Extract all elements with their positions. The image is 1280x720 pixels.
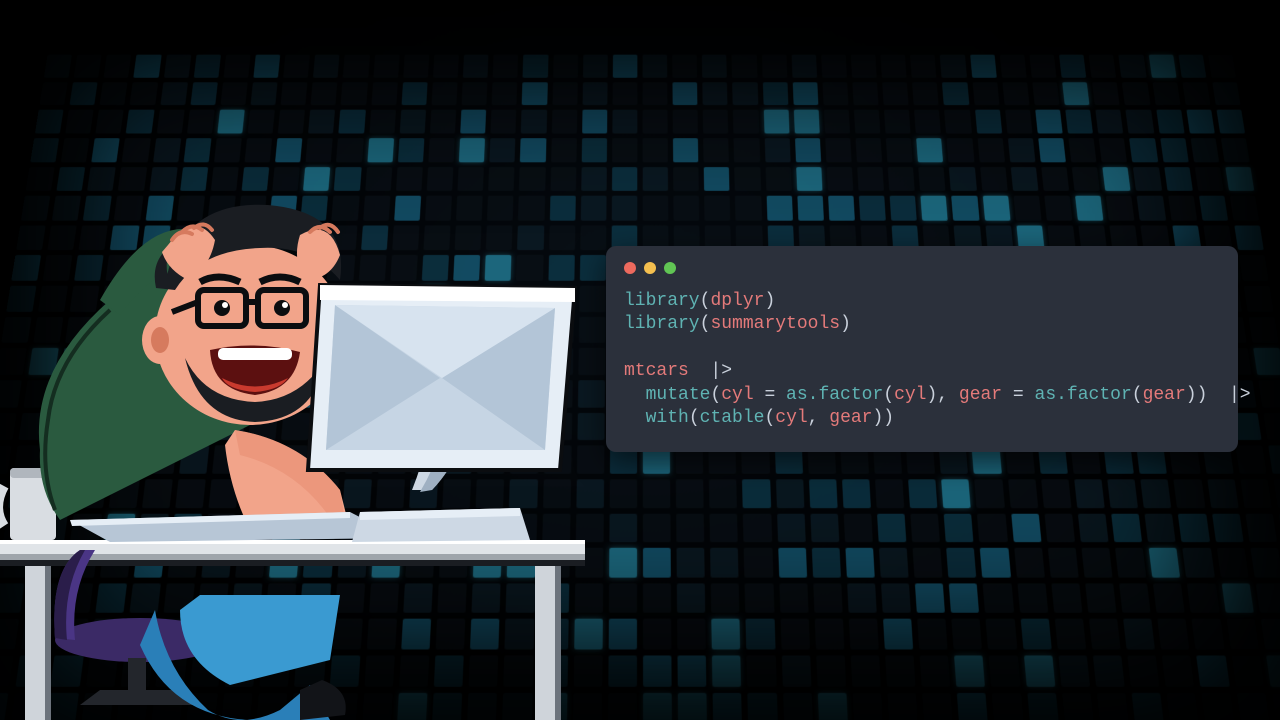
maximize-icon[interactable] bbox=[664, 262, 676, 274]
code-token: as.factor bbox=[786, 385, 883, 405]
code-token: = bbox=[754, 385, 786, 405]
code-token: gear bbox=[959, 385, 1002, 405]
close-icon[interactable] bbox=[624, 262, 636, 274]
code-token: cyl bbox=[894, 385, 926, 405]
code-token: , bbox=[808, 408, 830, 428]
code-window: library(dplyr) library(summarytools) mtc… bbox=[606, 246, 1238, 452]
code-token: with bbox=[646, 408, 689, 428]
code-token: mutate bbox=[646, 385, 711, 405]
code-block: library(dplyr) library(summarytools) mtc… bbox=[624, 290, 1220, 430]
cartoon-scene bbox=[0, 190, 600, 720]
code-token: as.factor bbox=[1035, 385, 1132, 405]
minimize-icon[interactable] bbox=[644, 262, 656, 274]
code-token: , bbox=[937, 385, 959, 405]
code-token: ctable bbox=[700, 408, 765, 428]
code-token: library bbox=[624, 314, 700, 334]
code-token: summarytools bbox=[710, 314, 840, 334]
window-traffic-lights bbox=[624, 262, 1220, 274]
code-token: gear bbox=[1143, 385, 1186, 405]
code-token: |> bbox=[710, 361, 732, 381]
code-token: cyl bbox=[721, 385, 753, 405]
code-token: = bbox=[1002, 385, 1034, 405]
code-token: |> bbox=[1229, 385, 1251, 405]
code-token: gear bbox=[829, 408, 872, 428]
code-token: dplyr bbox=[710, 291, 764, 311]
code-token: cyl bbox=[775, 408, 807, 428]
code-token: library bbox=[624, 291, 700, 311]
code-token: mtcars bbox=[624, 361, 689, 381]
